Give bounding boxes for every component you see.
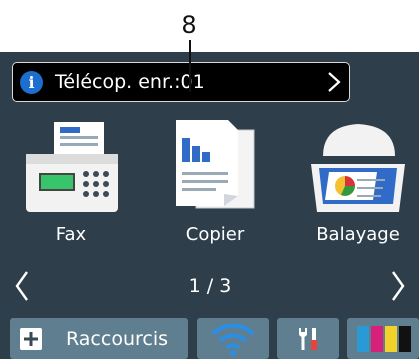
info-icon: i bbox=[20, 71, 43, 94]
callout-line bbox=[189, 40, 191, 92]
fax-button[interactable]: Fax bbox=[16, 116, 126, 246]
scan-label: Balayage bbox=[316, 224, 400, 245]
settings-button[interactable] bbox=[277, 318, 339, 359]
chevron-right-icon bbox=[328, 72, 341, 92]
tools-icon bbox=[299, 328, 317, 350]
scan-button[interactable]: Balayage bbox=[303, 116, 413, 246]
plus-icon bbox=[20, 328, 42, 350]
copy-label: Copier bbox=[185, 224, 245, 245]
bottom-bar: Raccourcis bbox=[0, 318, 419, 359]
shortcuts-label: Raccourcis bbox=[66, 328, 169, 350]
callout-number: 8 bbox=[181, 11, 197, 39]
wifi-button[interactable] bbox=[197, 318, 269, 359]
chevron-left-icon[interactable] bbox=[14, 270, 30, 302]
fax-label: Fax bbox=[55, 224, 87, 245]
shortcuts-button[interactable]: Raccourcis bbox=[10, 318, 188, 359]
touchscreen: i Télécop. enr.:01 Fax Copier Balayage 1… bbox=[0, 52, 419, 359]
copy-button[interactable]: Copier bbox=[160, 116, 270, 246]
notification-bar[interactable]: i Télécop. enr.:01 bbox=[12, 62, 350, 102]
ink-button[interactable] bbox=[347, 318, 419, 359]
page-indicator: 1 / 3 bbox=[188, 275, 232, 297]
notification-text: Télécop. enr.:01 bbox=[55, 71, 205, 93]
fax-icon bbox=[26, 122, 118, 212]
chevron-right-icon[interactable] bbox=[390, 270, 406, 302]
ink-cartridges-icon bbox=[357, 326, 411, 352]
wifi-icon bbox=[211, 323, 255, 356]
scan-icon bbox=[311, 124, 405, 212]
copy-icon bbox=[176, 120, 255, 209]
